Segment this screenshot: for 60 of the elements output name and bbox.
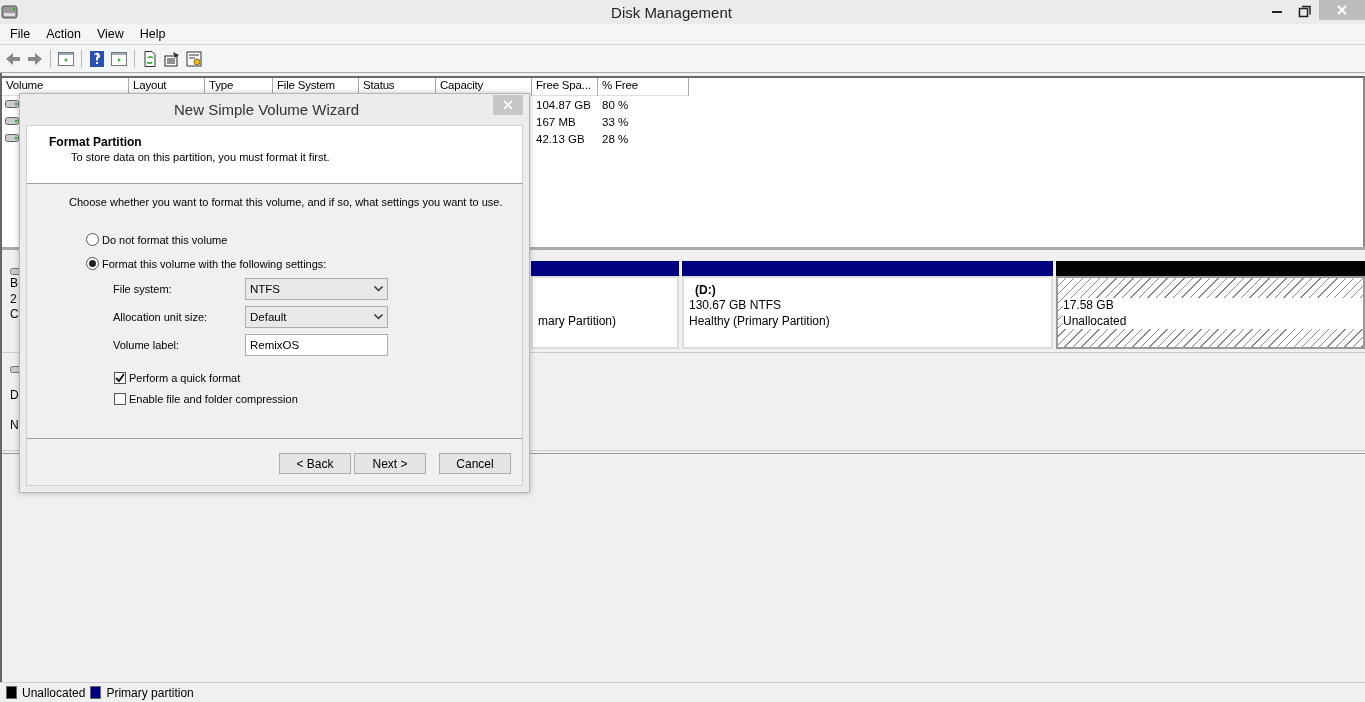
- dropdown[interactable]: Default: [245, 306, 388, 328]
- checkbox[interactable]: [114, 393, 126, 405]
- dropdown[interactable]: NTFS: [245, 278, 388, 300]
- dialog-title: New Simple Volume Wizard: [172, 101, 361, 118]
- field-label: File system:: [113, 283, 173, 295]
- field-label: Allocation unit size:: [113, 311, 209, 323]
- next-button[interactable]: Next >: [354, 453, 426, 474]
- panel-icon[interactable]: [57, 49, 75, 68]
- table-cell-text: 167 MB: [535, 115, 577, 128]
- partition-info: Healthy (Primary Partition): [689, 313, 831, 329]
- window-title: Disk Management: [610, 3, 733, 21]
- checkbox[interactable]: [114, 372, 126, 384]
- legend-label: Unallocated: [22, 685, 86, 700]
- menu-item[interactable]: File: [2, 27, 39, 41]
- table-cell-text: 80 %: [601, 98, 630, 111]
- back-button[interactable]: < Back: [279, 453, 351, 474]
- refresh-icon[interactable]: [141, 49, 159, 68]
- panel-icon[interactable]: [110, 49, 128, 68]
- checkbox-option[interactable]: Perform a quick format: [114, 372, 241, 384]
- instruction-text: Choose whether you want to format this volume, and if so, what settings you want to use.: [69, 196, 503, 208]
- help-icon[interactable]: [88, 49, 106, 68]
- checkbox-option[interactable]: Enable file and folder compression: [114, 393, 298, 405]
- disk-label: C: [10, 307, 19, 323]
- settings-icon[interactable]: [185, 49, 203, 68]
- disk-label: D: [10, 388, 19, 404]
- properties-icon[interactable]: [163, 49, 181, 68]
- cancel-button[interactable]: Cancel: [439, 453, 511, 474]
- partition-box[interactable]: 17.58 GB Unallocated: [1056, 276, 1365, 349]
- disk-label: B: [10, 276, 18, 292]
- page-subheading: To store data on this partition, you must format it first.: [70, 151, 330, 163]
- partition-box[interactable]: mary Partition): [531, 276, 679, 349]
- table-cell-text: 42.13 GB: [535, 132, 586, 145]
- partition-box[interactable]: (D:) 130.67 GB NTFS Healthy (Primary Partition): [682, 276, 1053, 349]
- radio-button[interactable]: [86, 233, 99, 246]
- partition-info: mary Partition): [538, 313, 618, 329]
- menu-item[interactable]: Help: [131, 27, 174, 41]
- field-label: Volume label:: [113, 339, 181, 351]
- drive-icon: [5, 98, 19, 109]
- page-heading: Format Partition: [49, 135, 142, 149]
- menu-item[interactable]: View: [88, 27, 132, 41]
- radio-option[interactable]: Format this volume with the following settings:: [86, 257, 327, 270]
- column-header[interactable]: % Free: [598, 78, 689, 96]
- partition-title: (D:): [694, 282, 717, 298]
- table-cell-text: 33 %: [601, 115, 630, 128]
- table-cell-text: 104.87 GB: [535, 98, 592, 111]
- input-field[interactable]: RemixOS: [245, 334, 388, 356]
- disk-label: N: [10, 417, 19, 433]
- radio-option[interactable]: Do not format this volume: [86, 233, 228, 246]
- partition-info: 17.58 GB: [1063, 298, 1363, 314]
- partition-info: 130.67 GB NTFS: [689, 298, 783, 314]
- legend-label: Primary partition: [106, 685, 194, 700]
- column-header[interactable]: Free Spa...: [532, 78, 598, 96]
- checkmark-icon: [115, 373, 125, 383]
- drive-icon: [5, 132, 19, 143]
- menu-item[interactable]: Action: [38, 27, 89, 41]
- disk-label: 2: [10, 291, 17, 307]
- radio-button[interactable]: [86, 257, 99, 270]
- drive-icon: [5, 115, 19, 126]
- table-cell-text: 28 %: [601, 132, 630, 145]
- disk-drive-icon: [0, 3, 20, 21]
